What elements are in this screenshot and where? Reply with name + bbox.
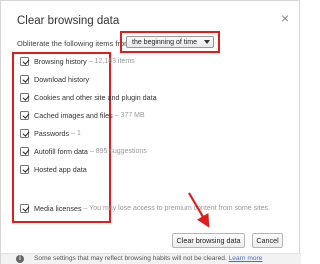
- time-range-value: the beginning of time: [132, 39, 197, 46]
- item-note: – 895 suggestions: [89, 147, 147, 155]
- checkbox-item-hosted-app-data[interactable]: Hosted app data: [20, 162, 89, 176]
- learn-more-link[interactable]: Learn more: [229, 255, 263, 262]
- checkbox[interactable]: [20, 128, 29, 138]
- info-icon: i: [16, 255, 24, 263]
- dialog-footer: i Some settings that may reflect browsin…: [1, 253, 301, 264]
- checkbox[interactable]: [20, 92, 29, 102]
- footer-text: Some settings that may reflect browsing …: [34, 255, 262, 262]
- dialog-title: Clear browsing data: [17, 15, 120, 27]
- checkbox-label: Media licenses: [34, 203, 82, 213]
- chevron-down-icon: [204, 40, 210, 44]
- checkbox-item-media-licenses[interactable]: Media licenses – You may lose access to …: [20, 201, 270, 215]
- checkbox[interactable]: [20, 164, 29, 174]
- checkbox-item-autofill[interactable]: Autofill form data – 895 suggestions: [20, 144, 147, 158]
- checkbox[interactable]: [20, 74, 29, 84]
- checkbox[interactable]: [20, 56, 29, 66]
- clear-browsing-data-button[interactable]: Clear browsing data: [172, 233, 245, 248]
- checkbox-item-browsing-history[interactable]: Browsing history – 12,183 items: [20, 54, 135, 68]
- footer-message: Some settings that may reflect browsing …: [34, 255, 227, 262]
- time-range-highlight: the beginning of time: [120, 31, 220, 53]
- checkbox-label: Passwords: [34, 128, 70, 138]
- checkbox[interactable]: [20, 203, 29, 213]
- checkbox-label: Hosted app data: [34, 164, 87, 174]
- obliterate-label: Obliterate the following items from:: [17, 39, 133, 48]
- checkbox-item-download-history[interactable]: Download history: [20, 72, 91, 86]
- item-note: – You may lose access to premium content…: [83, 204, 270, 212]
- checkbox-label: Cookies and other site and plugin data: [34, 92, 157, 102]
- cancel-button[interactable]: Cancel: [252, 233, 283, 248]
- item-note: – 12,183 items: [88, 57, 135, 65]
- time-range-select[interactable]: the beginning of time: [126, 36, 214, 48]
- clear-browsing-data-dialog: Clear browsing data × Obliterate the fol…: [0, 0, 301, 264]
- checkbox-label: Download history: [34, 74, 90, 84]
- checkbox[interactable]: [20, 146, 29, 156]
- checkbox-label: Cached images and files: [34, 110, 113, 120]
- checkbox-item-passwords[interactable]: Passwords – 1: [20, 126, 81, 140]
- checkbox-item-cookies[interactable]: Cookies and other site and plugin data: [20, 90, 159, 104]
- checkbox-label: Autofill form data: [34, 146, 88, 156]
- close-icon[interactable]: ×: [278, 11, 292, 25]
- item-note: – 1: [71, 129, 81, 137]
- checkbox[interactable]: [20, 110, 29, 120]
- checkbox-item-cached-images[interactable]: Cached images and files – 377 MB: [20, 108, 145, 122]
- item-note: – 377 MB: [114, 111, 145, 119]
- checkbox-label: Browsing history: [34, 56, 87, 66]
